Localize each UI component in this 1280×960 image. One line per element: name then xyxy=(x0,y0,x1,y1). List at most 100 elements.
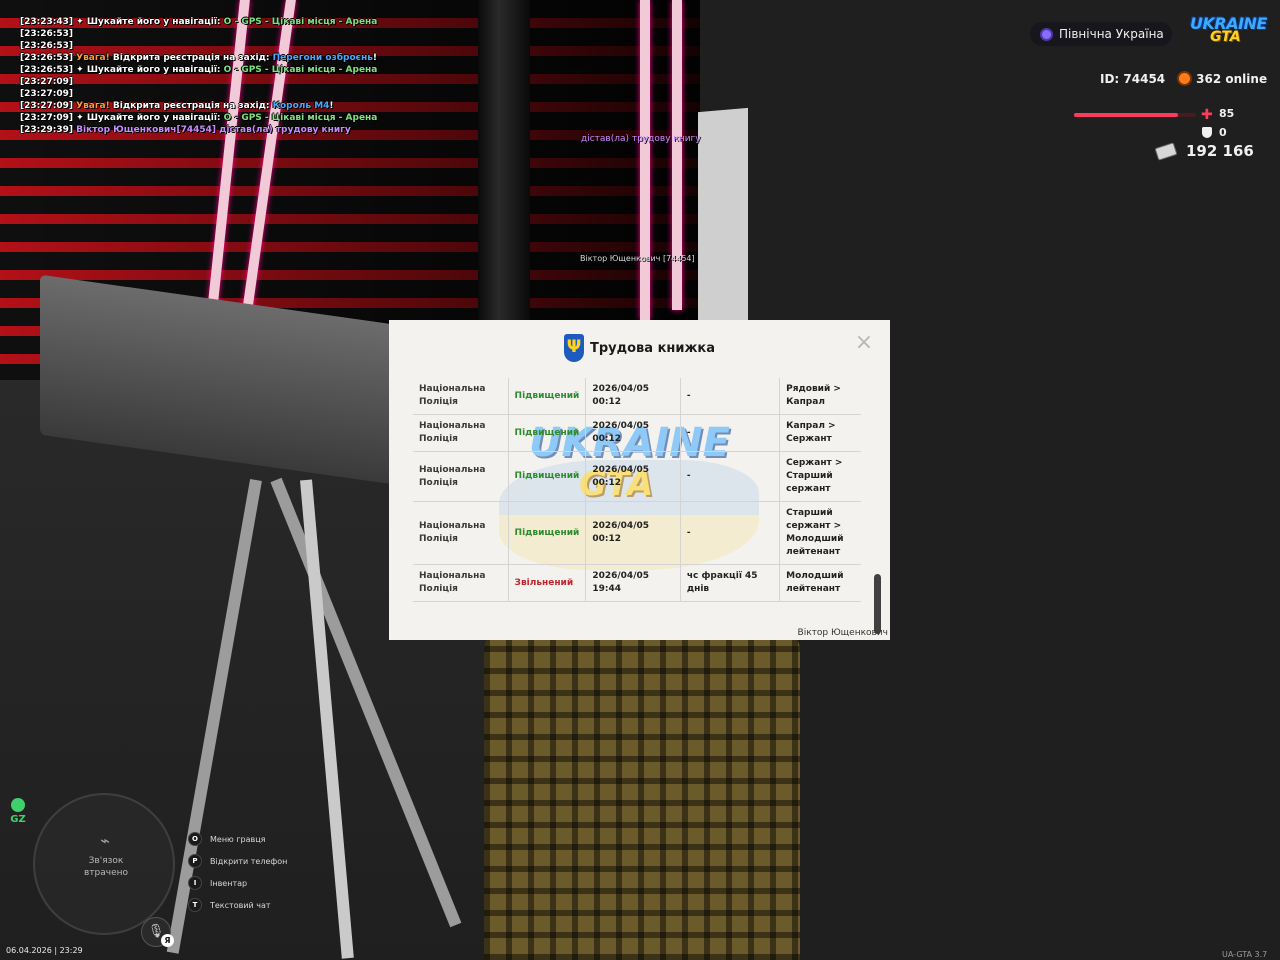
player-character xyxy=(484,630,800,960)
player-nametag: Віктор Ющенкович [74454] xyxy=(580,254,695,263)
record-organization: Національна Поліція xyxy=(413,451,509,502)
modal-title: Трудова книжка xyxy=(589,340,716,356)
signature: Віктор Ющенкович xyxy=(797,628,888,638)
record-action: Підвищений xyxy=(508,501,587,565)
modal-header: Трудова книжка xyxy=(389,320,890,376)
money-value: 192 166 xyxy=(1186,142,1254,160)
record-action: Підвищений xyxy=(508,378,587,415)
hotkey-label: Відкрити телефон xyxy=(210,856,288,866)
record-organization: Національна Поліція xyxy=(413,414,509,452)
record-date: 2026/04/05 00:12 xyxy=(585,414,681,452)
record-date: 2026/04/05 00:12 xyxy=(585,378,681,415)
chat-line: [23:26:53] Увага! Відкрита реєстрація на… xyxy=(20,52,580,64)
close-button[interactable]: × xyxy=(854,332,874,354)
armor-value: 0 xyxy=(1219,126,1227,139)
record-action: Підвищений xyxy=(508,451,587,502)
hotkey-label: Інвентар xyxy=(210,878,248,888)
minimap-status-line1: Зв'язок xyxy=(88,856,124,866)
hotkey-item[interactable]: O Меню гравця xyxy=(188,828,287,850)
chat-segment: О - GPS - Цікаві місця - Арена xyxy=(223,65,378,75)
chat-line: [23:26:53] ✦ Шукайте його у навігації: О… xyxy=(20,64,580,76)
money-display: 192 166 xyxy=(1154,141,1254,161)
record-date: 2026/04/05 00:12 xyxy=(585,451,681,502)
chat-segment: [23:27:09] xyxy=(20,89,73,99)
greenzone-label: GZ xyxy=(10,814,26,825)
chat-segment: О - GPS - Цікаві місця - Арена xyxy=(223,17,378,27)
chat-segment: Віктор Ющенкович[74454] дістав(ла) трудо… xyxy=(76,125,351,135)
online-count-wrap: 362 online xyxy=(1179,72,1267,86)
record-rank: Сержант > Старший сержант xyxy=(779,451,861,502)
date-time: 06.04.2026 | 23:29 xyxy=(6,946,83,955)
chat-segment: Король М4 xyxy=(272,101,330,111)
record-row: Національна Поліція Підвищений 2026/04/05 … xyxy=(413,451,861,502)
hotkey-key: O xyxy=(188,832,202,846)
chat-segment: Увага! xyxy=(76,101,113,111)
record-reason: - xyxy=(680,451,781,502)
armor-shield-icon xyxy=(1202,127,1212,138)
chat-segment: [23:26:53] xyxy=(20,53,77,63)
minimap: ⌁ Зв'язок втрачено xyxy=(33,793,175,935)
health-value: 85 xyxy=(1219,107,1235,120)
chat-segment: [23:27:09] xyxy=(20,101,77,111)
record-reason: - xyxy=(680,378,781,415)
records-table: Національна Поліція Підвищений 2026/04/05 … xyxy=(413,378,861,602)
scrollbar-thumb[interactable] xyxy=(874,574,881,634)
record-rank: Рядовий > Капрал xyxy=(779,378,861,415)
hotkey-item[interactable]: P Відкрити телефон xyxy=(188,850,287,872)
employment-record-modal: UKRAINE GTA Трудова книжка × Національна… xyxy=(389,320,890,640)
chat-segment: ! xyxy=(329,101,334,111)
record-row: Національна Поліція Звільнений 2026/04/05 … xyxy=(413,564,861,602)
studio-light-panel xyxy=(698,107,748,343)
player-id: ID: 74454 xyxy=(1100,72,1166,86)
region-icon xyxy=(1042,29,1051,39)
no-signal-icon: ⌁ xyxy=(100,831,110,850)
region-indicator: Північна Україна xyxy=(1030,22,1172,46)
minimap-status-line2: втрачено xyxy=(83,868,129,878)
hotkey-key: I xyxy=(188,876,202,890)
player-action-text: дістав(ла) трудову книгу xyxy=(581,134,701,144)
record-reason: чс фракції 45 днів xyxy=(680,564,781,602)
record-reason: - xyxy=(680,501,781,565)
record-row: Національна Поліція Підвищений 2026/04/05 … xyxy=(413,501,861,565)
chat-segment: ✦ Шукайте його у навігації: xyxy=(76,113,224,123)
neon-strip xyxy=(640,0,650,320)
minimap-status: Зв'язок втрачено xyxy=(35,855,177,879)
record-rank: Старший сержант > Молодший лейтенант xyxy=(779,501,861,565)
health-plus-icon: ✚ xyxy=(1201,107,1213,123)
neon-strip xyxy=(672,0,682,310)
chat-line: [23:27:09] ✦ Шукайте його у навігації: О… xyxy=(20,112,580,124)
chat-segment: Відкрита реєстрація на захід: xyxy=(112,53,273,63)
chat-segment: Перегони озброєнь xyxy=(272,53,373,63)
chat-segment: ✦ Шукайте його у навігації: xyxy=(76,17,224,27)
health-bar xyxy=(1074,113,1196,117)
hotkey-item[interactable]: I Інвентар xyxy=(188,872,287,894)
hotkey-key: T xyxy=(188,898,202,912)
hotkey-item[interactable]: T Текстовий чат xyxy=(188,894,287,916)
player-info: ID: 74454 362 online xyxy=(1100,72,1267,86)
scrollbar[interactable] xyxy=(873,378,881,640)
game-version: UA-GTA 3.7 xyxy=(1222,950,1268,959)
chat-segment: Увага! xyxy=(76,53,113,63)
chat-segment: [23:26:53] xyxy=(20,41,73,51)
chat-line: [23:26:53] xyxy=(20,28,580,40)
record-organization: Національна Поліція xyxy=(413,378,509,415)
record-row: Національна Поліція Підвищений 2026/04/05 … xyxy=(413,378,861,415)
record-action: Підвищений xyxy=(508,414,587,452)
chat-segment: [23:23:43] xyxy=(20,17,77,27)
record-reason: - xyxy=(680,414,781,452)
money-icon xyxy=(1154,141,1178,161)
region-label: Північна Україна xyxy=(1059,27,1164,41)
greenzone-icon xyxy=(11,798,25,812)
hotkey-list: O Меню гравця P Відкрити телефон I Інвентар T Т… xyxy=(188,828,287,916)
online-count: 362 online xyxy=(1196,72,1268,86)
chat-line: [23:29:39] Віктор Ющенкович[74454] діста… xyxy=(20,124,580,136)
hotkey-key: P xyxy=(188,854,202,868)
chat-segment: [23:29:39] xyxy=(20,125,77,135)
record-rank: Молодший лейтенант xyxy=(779,564,861,602)
hotkey-label: Меню гравця xyxy=(210,834,266,844)
hotkey-label: Текстовий чат xyxy=(210,900,271,910)
record-date: 2026/04/05 19:44 xyxy=(585,564,681,602)
chat-line: [23:23:43] ✦ Шукайте його у навігації: О… xyxy=(20,16,580,28)
chat-segment: [23:27:09] xyxy=(20,113,77,123)
chat-line: [23:26:53] xyxy=(20,40,580,52)
